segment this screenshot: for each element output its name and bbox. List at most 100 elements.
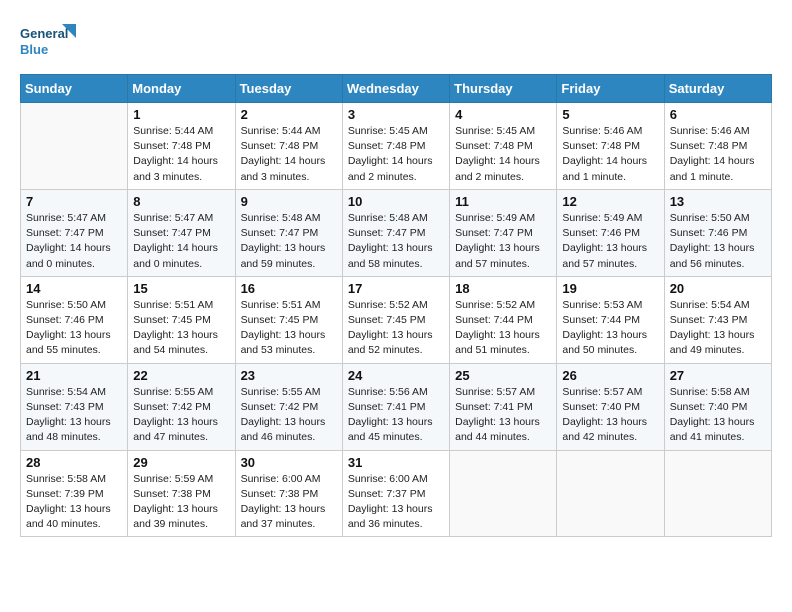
cell-info: Sunrise: 5:47 AMSunset: 7:47 PMDaylight:… [133,211,229,272]
calendar-cell: 7Sunrise: 5:47 AMSunset: 7:47 PMDaylight… [21,189,128,276]
calendar-cell: 24 Sunrise: 5:56 AMSunset: 7:41 PMDayligh… [342,363,449,450]
calendar-cell: 1 Sunrise: 5:44 AMSunset: 7:48 PMDaylight… [128,103,235,190]
cell-info: Sunrise: 5:55 AMSunset: 7:42 PMDaylight:… [133,385,229,446]
cell-info: Sunrise: 6:00 AMSunset: 7:38 PMDaylight:… [241,472,337,533]
cell-info: Sunrise: 5:57 AMSunset: 7:40 PMDaylight:… [562,385,658,446]
calendar-week-row: 21 Sunrise: 5:54 AMSunset: 7:43 PMDayligh… [21,363,772,450]
calendar-cell [21,103,128,190]
day-number: 15 [133,281,229,296]
day-number: 16 [241,281,337,296]
day-number: 23 [241,368,337,383]
logo-svg: GeneralBlue [20,20,80,64]
day-number: 5 [562,107,658,122]
calendar-week-row: 28 Sunrise: 5:58 AMSunset: 7:39 PMDayligh… [21,450,772,537]
cell-info: Sunrise: 5:51 AMSunset: 7:45 PMDaylight:… [241,298,337,359]
calendar-week-row: 14 Sunrise: 5:50 AMSunset: 7:46 PMDayligh… [21,276,772,363]
cell-info: Sunrise: 5:48 AMSunset: 7:47 PMDaylight:… [241,211,337,272]
cell-info: Sunrise: 5:50 AMSunset: 7:46 PMDaylight:… [26,298,122,359]
day-number: 3 [348,107,444,122]
days-of-week-row: SundayMondayTuesdayWednesdayThursdayFrid… [21,75,772,103]
day-of-week-header: Wednesday [342,75,449,103]
calendar-cell: 25 Sunrise: 5:57 AMSunset: 7:41 PMDayligh… [450,363,557,450]
calendar-cell: 19 Sunrise: 5:53 AMSunset: 7:44 PMDayligh… [557,276,664,363]
calendar-cell: 26 Sunrise: 5:57 AMSunset: 7:40 PMDayligh… [557,363,664,450]
cell-info: Sunrise: 6:00 AMSunset: 7:37 PMDaylight:… [348,472,444,533]
day-of-week-header: Thursday [450,75,557,103]
day-number: 31 [348,455,444,470]
day-number: 24 [348,368,444,383]
calendar-cell: 16 Sunrise: 5:51 AMSunset: 7:45 PMDayligh… [235,276,342,363]
day-number: 30 [241,455,337,470]
svg-text:General: General [20,26,68,41]
cell-info: Sunrise: 5:58 AMSunset: 7:40 PMDaylight:… [670,385,766,446]
calendar-cell: 18Sunrise: 5:52 AMSunset: 7:44 PMDayligh… [450,276,557,363]
calendar-cell: 29Sunrise: 5:59 AMSunset: 7:38 PMDayligh… [128,450,235,537]
day-number: 20 [670,281,766,296]
calendar-cell: 31 Sunrise: 6:00 AMSunset: 7:37 PMDayligh… [342,450,449,537]
cell-info: Sunrise: 5:54 AMSunset: 7:43 PMDaylight:… [670,298,766,359]
day-number: 25 [455,368,551,383]
cell-info: Sunrise: 5:56 AMSunset: 7:41 PMDaylight:… [348,385,444,446]
cell-info: Sunrise: 5:48 AMSunset: 7:47 PMDaylight:… [348,211,444,272]
calendar-table: SundayMondayTuesdayWednesdayThursdayFrid… [20,74,772,537]
cell-info: Sunrise: 5:49 AMSunset: 7:46 PMDaylight:… [562,211,658,272]
calendar-cell [557,450,664,537]
day-number: 22 [133,368,229,383]
calendar-week-row: 7 Sunrise: 5:47 AMSunset: 7:47 PMDaylight… [21,189,772,276]
calendar-cell: 23Sunrise: 5:55 AMSunset: 7:42 PMDayligh… [235,363,342,450]
logo: GeneralBlue [20,20,80,64]
cell-info: Sunrise: 5:50 AMSunset: 7:46 PMDaylight:… [670,211,766,272]
calendar-cell: 9 Sunrise: 5:48 AMSunset: 7:47 PMDaylight… [235,189,342,276]
calendar-cell: 2Sunrise: 5:44 AMSunset: 7:48 PMDaylight… [235,103,342,190]
cell-info: Sunrise: 5:52 AMSunset: 7:45 PMDaylight:… [348,298,444,359]
calendar-cell: 21 Sunrise: 5:54 AMSunset: 7:43 PMDayligh… [21,363,128,450]
day-number: 9 [241,194,337,209]
cell-info: Sunrise: 5:46 AMSunset: 7:48 PMDaylight:… [562,124,658,185]
cell-info: Sunrise: 5:46 AMSunset: 7:48 PMDaylight:… [670,124,766,185]
cell-info: Sunrise: 5:53 AMSunset: 7:44 PMDaylight:… [562,298,658,359]
day-number: 7 [26,194,122,209]
calendar-cell: 17Sunrise: 5:52 AMSunset: 7:45 PMDayligh… [342,276,449,363]
calendar-cell: 15 Sunrise: 5:51 AMSunset: 7:45 PMDayligh… [128,276,235,363]
cell-info: Sunrise: 5:44 AMSunset: 7:48 PMDaylight:… [241,124,337,185]
cell-info: Sunrise: 5:54 AMSunset: 7:43 PMDaylight:… [26,385,122,446]
calendar-cell: 28 Sunrise: 5:58 AMSunset: 7:39 PMDayligh… [21,450,128,537]
calendar-cell: 4 Sunrise: 5:45 AMSunset: 7:48 PMDaylight… [450,103,557,190]
calendar-cell: 13 Sunrise: 5:50 AMSunset: 7:46 PMDayligh… [664,189,771,276]
cell-info: Sunrise: 5:57 AMSunset: 7:41 PMDaylight:… [455,385,551,446]
day-number: 28 [26,455,122,470]
day-number: 4 [455,107,551,122]
day-of-week-header: Monday [128,75,235,103]
day-of-week-header: Tuesday [235,75,342,103]
calendar-cell: 11Sunrise: 5:49 AMSunset: 7:47 PMDayligh… [450,189,557,276]
day-number: 1 [133,107,229,122]
calendar-cell: 3 Sunrise: 5:45 AMSunset: 7:48 PMDaylight… [342,103,449,190]
calendar-cell: 5 Sunrise: 5:46 AMSunset: 7:48 PMDaylight… [557,103,664,190]
day-number: 21 [26,368,122,383]
page-header: GeneralBlue [20,20,772,64]
calendar-cell: 30 Sunrise: 6:00 AMSunset: 7:38 PMDayligh… [235,450,342,537]
day-number: 10 [348,194,444,209]
calendar-cell: 27 Sunrise: 5:58 AMSunset: 7:40 PMDayligh… [664,363,771,450]
day-number: 13 [670,194,766,209]
cell-info: Sunrise: 5:49 AMSunset: 7:47 PMDaylight:… [455,211,551,272]
calendar-cell: 6 Sunrise: 5:46 AMSunset: 7:48 PMDaylight… [664,103,771,190]
day-number: 19 [562,281,658,296]
day-number: 27 [670,368,766,383]
day-number: 6 [670,107,766,122]
day-number: 29 [133,455,229,470]
day-number: 14 [26,281,122,296]
cell-info: Sunrise: 5:45 AMSunset: 7:48 PMDaylight:… [455,124,551,185]
calendar-week-row: 1 Sunrise: 5:44 AMSunset: 7:48 PMDaylight… [21,103,772,190]
calendar-body: 1 Sunrise: 5:44 AMSunset: 7:48 PMDaylight… [21,103,772,537]
cell-info: Sunrise: 5:51 AMSunset: 7:45 PMDaylight:… [133,298,229,359]
calendar-cell: 20 Sunrise: 5:54 AMSunset: 7:43 PMDayligh… [664,276,771,363]
calendar-cell: 22 Sunrise: 5:55 AMSunset: 7:42 PMDayligh… [128,363,235,450]
calendar-cell: 12Sunrise: 5:49 AMSunset: 7:46 PMDayligh… [557,189,664,276]
calendar-cell [450,450,557,537]
day-of-week-header: Saturday [664,75,771,103]
cell-info: Sunrise: 5:44 AMSunset: 7:48 PMDaylight:… [133,124,229,185]
cell-info: Sunrise: 5:58 AMSunset: 7:39 PMDaylight:… [26,472,122,533]
cell-info: Sunrise: 5:45 AMSunset: 7:48 PMDaylight:… [348,124,444,185]
day-number: 26 [562,368,658,383]
